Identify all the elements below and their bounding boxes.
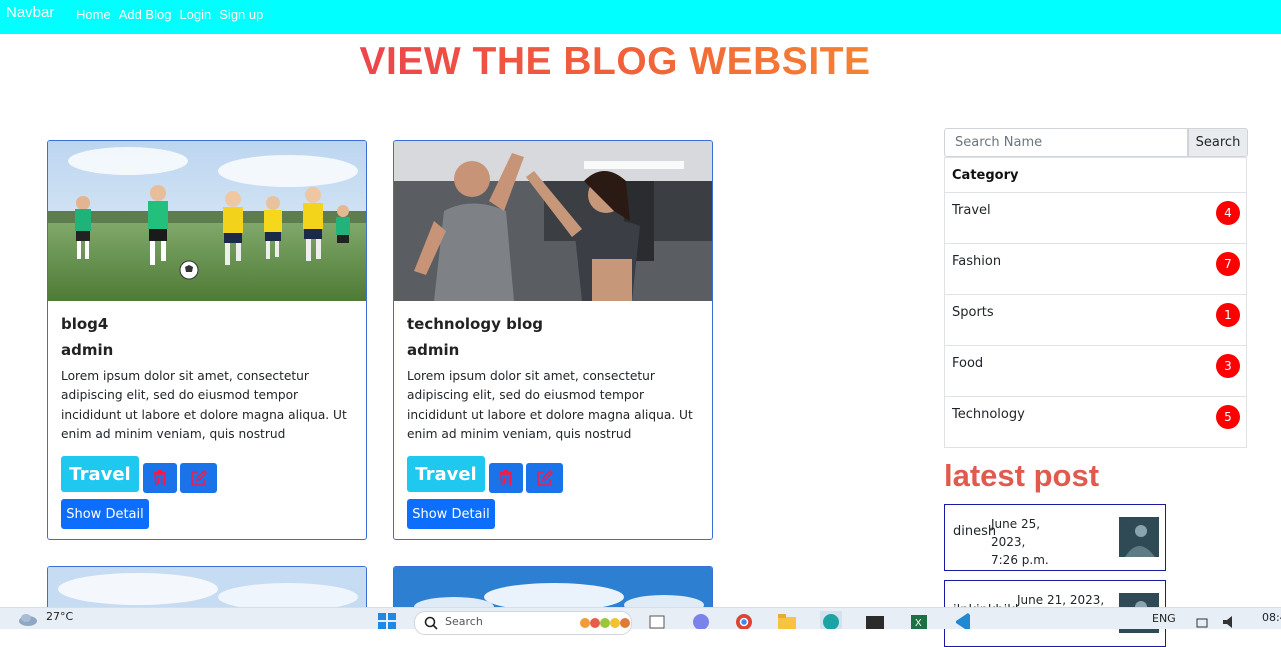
task-view-icon[interactable] (646, 611, 668, 629)
count-badge: 5 (1216, 405, 1240, 429)
blog-card: technology blog admin Lorem ipsum dolor … (393, 140, 713, 540)
category-item-food[interactable]: Food 3 (945, 346, 1246, 397)
category-item-fashion[interactable]: Fashion 7 (945, 244, 1246, 295)
teams-icon[interactable] (690, 611, 712, 629)
count-badge: 7 (1216, 252, 1240, 276)
category-item-sports[interactable]: Sports 1 (945, 295, 1246, 346)
category-button[interactable]: Travel (407, 456, 485, 492)
trash-icon (500, 470, 512, 486)
blog-title: blog4 (61, 315, 109, 333)
taskbar: 27°C Search X ENG 08:4 (0, 607, 1281, 635)
edit-button[interactable] (180, 463, 217, 493)
windows-start-icon[interactable] (376, 611, 398, 629)
network-icon[interactable] (1194, 611, 1216, 629)
volume-icon[interactable] (1220, 611, 1242, 629)
file-explorer-icon[interactable] (776, 611, 798, 629)
edit-icon (191, 470, 207, 486)
latest-post-author: dinesh (953, 524, 997, 539)
clock[interactable]: 08:4 (1262, 611, 1281, 624)
category-list: Category Travel 4 Fashion 7 Sports 1 Foo… (944, 157, 1247, 448)
blog-card: blog4 admin Lorem ipsum dolor sit amet, … (47, 140, 367, 540)
category-item-technology[interactable]: Technology 5 (945, 397, 1246, 447)
nav-links: Home Add Blog Login Sign up (76, 7, 263, 22)
count-badge: 4 (1216, 201, 1240, 225)
terminal-icon[interactable] (864, 611, 886, 629)
svg-text:X: X (915, 618, 922, 629)
category-name: Fashion (952, 254, 1002, 269)
blog-excerpt: Lorem ipsum dolor sit amet, consectetur … (61, 369, 347, 441)
blog-image-gym (394, 141, 712, 301)
count-badge: 3 (1216, 354, 1240, 378)
delete-button[interactable] (489, 463, 523, 493)
edit-button[interactable] (526, 463, 563, 493)
count-badge: 1 (1216, 303, 1240, 327)
blog-title: technology blog (407, 315, 544, 333)
edit-icon (537, 470, 553, 486)
latest-post-thumbnail (1119, 517, 1159, 557)
chrome-icon[interactable] (733, 611, 755, 629)
blog-author: admin (61, 341, 114, 359)
category-button[interactable]: Travel (61, 456, 139, 492)
show-detail-button[interactable]: Show Detail (61, 499, 149, 529)
category-name: Technology (952, 407, 1025, 422)
trash-icon (154, 470, 166, 486)
taskbar-search-placeholder: Search (445, 615, 483, 628)
vscode-icon[interactable] (952, 611, 974, 629)
nav-link-home[interactable]: Home (76, 7, 111, 22)
search-button[interactable]: Search (1188, 128, 1248, 157)
category-name: Travel (952, 203, 991, 218)
weather-icon (19, 614, 37, 626)
people-decoration-icon (580, 618, 630, 628)
language-indicator[interactable]: ENG (1152, 612, 1176, 625)
weather-temperature: 27°C (46, 610, 74, 623)
blog-image-soccer (48, 141, 366, 301)
latest-post-heading: latest post (944, 458, 1100, 493)
excel-icon[interactable]: X (908, 611, 930, 629)
taskbar-search[interactable]: Search (414, 611, 632, 635)
navbar-brand[interactable]: Navbar (6, 4, 54, 21)
latest-post-item[interactable]: dinesh June 25, 2023, 7:26 p.m. (944, 504, 1166, 571)
page-title: VIEW THE BLOG WEBSITE (0, 40, 1230, 84)
nav-link-add-blog[interactable]: Add Blog (119, 7, 172, 22)
delete-button[interactable] (143, 463, 177, 493)
category-heading: Category (945, 158, 1246, 193)
category-name: Food (952, 356, 984, 371)
edge-icon[interactable] (820, 611, 842, 629)
nav-link-login[interactable]: Login (179, 7, 211, 22)
search-input[interactable]: Search Name (944, 128, 1188, 157)
category-name: Sports (952, 305, 994, 320)
blog-author: admin (407, 341, 460, 359)
navbar: Navbar Home Add Blog Login Sign up (0, 0, 1281, 34)
nav-link-signup[interactable]: Sign up (219, 7, 263, 22)
category-item-travel[interactable]: Travel 4 (945, 193, 1246, 244)
search-placeholder: Search Name (955, 135, 1043, 150)
latest-post-date: June 25, 2023, 7:26 p.m. (991, 517, 1049, 567)
show-detail-button[interactable]: Show Detail (407, 499, 495, 529)
blog-excerpt: Lorem ipsum dolor sit amet, consectetur … (407, 369, 693, 441)
